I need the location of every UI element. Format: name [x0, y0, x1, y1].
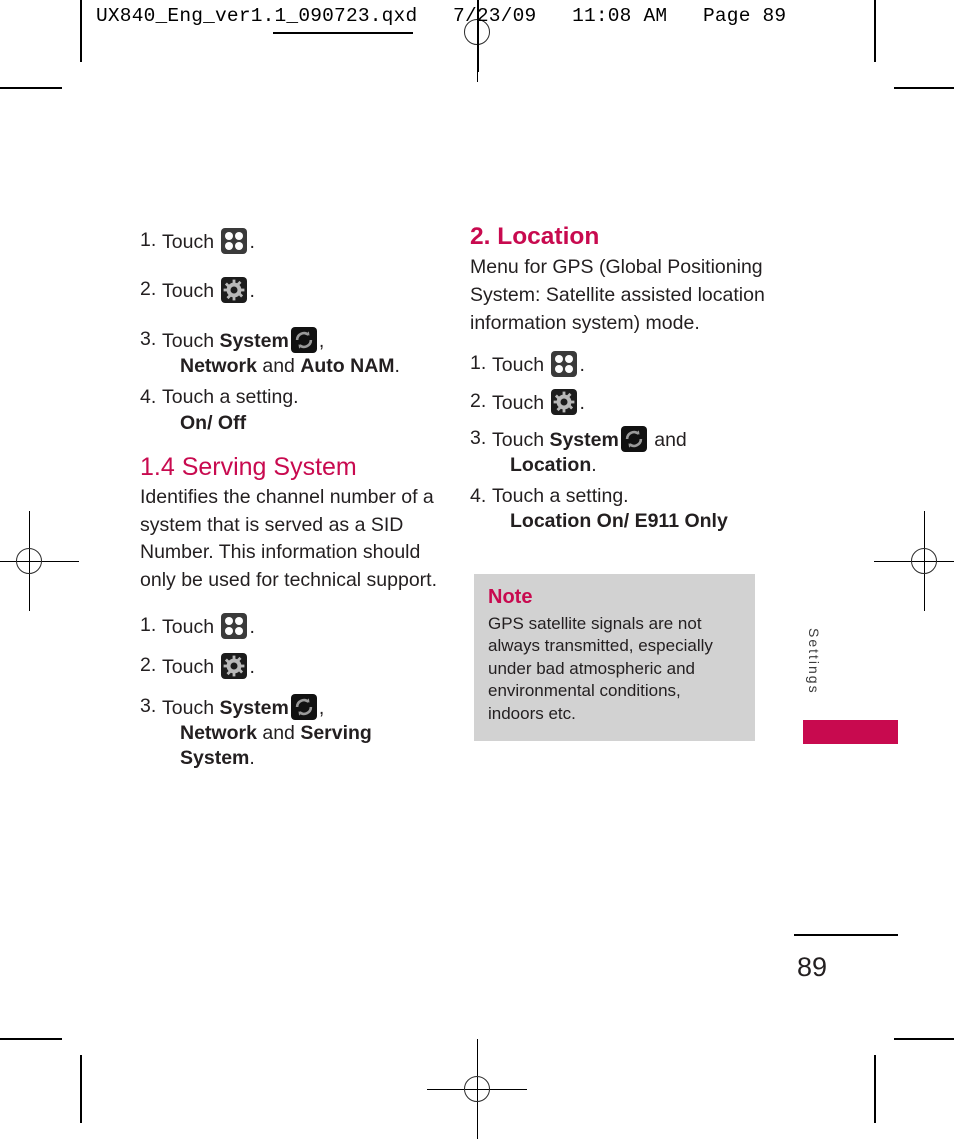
step-text-end: ,: [318, 696, 325, 719]
crop-mark-top-left-horizontal: [0, 87, 62, 89]
list-item: 1. Touch .: [140, 228, 450, 255]
note-title: Note: [488, 586, 533, 608]
system-icon: [290, 326, 317, 353]
step-text: Touch: [162, 329, 220, 352]
sub-mid: and: [256, 721, 301, 744]
step-sub-line: Location On/ E911 Only: [492, 509, 770, 534]
chapter-tab-marker: [803, 720, 898, 744]
sub-bold-b: Auto NAM: [300, 355, 395, 378]
grid-icon: [221, 228, 248, 254]
sub-end: .: [394, 355, 400, 378]
sub-bold-a: Network: [180, 721, 257, 744]
step-number: 3.: [140, 694, 157, 717]
step-text: Touch: [492, 429, 550, 452]
step-number: 1.: [470, 352, 487, 375]
list-item: 2. Touch .: [140, 653, 450, 680]
step-text: Touch: [162, 615, 220, 638]
step-number: 1.: [140, 613, 157, 636]
list-item: 4. Touch a setting. On/ Off: [140, 385, 450, 436]
gear-icon: [551, 388, 578, 415]
list-item: 2. Touch .: [140, 277, 450, 304]
sub-bold-a: Location On/ E911 Only: [510, 510, 728, 533]
page-title-serving-system: 1.4 Serving System: [140, 453, 357, 482]
note-body: GPS satellite signals are not always tra…: [488, 614, 713, 723]
list-item: 1. Touch .: [470, 351, 770, 378]
crop-mark-top-right-vertical: [874, 0, 876, 62]
sub-end: .: [591, 454, 597, 477]
crop-mark-top-left-vertical: [80, 0, 82, 62]
step-sub-line: On/ Off: [162, 411, 450, 436]
step-number: 3.: [140, 327, 157, 350]
step-text: Touch: [492, 391, 550, 414]
step-text-end: .: [579, 354, 585, 377]
list-item: 2. Touch .: [470, 388, 770, 416]
step-bold-term: System: [549, 429, 619, 452]
crop-mark-top-right-horizontal: [894, 87, 954, 89]
serving-system-description: Identifies the channel number of a syste…: [140, 486, 438, 592]
list-item: 4. Touch a setting. Location On/ E911 On…: [470, 484, 770, 535]
crop-mark-bottom-left-horizontal: [0, 1038, 62, 1040]
sub-bold-a: Network: [180, 355, 257, 378]
sub-end: .: [249, 747, 255, 770]
page-title-location: 2. Location: [470, 223, 600, 250]
list-item: 3. Touch System, Network and Serving Sys…: [140, 693, 450, 772]
step-number: 2.: [140, 654, 157, 677]
step-text: Touch: [162, 231, 220, 253]
left-column: 1. Touch . 2. Touch . 3. Touch System, N…: [140, 228, 450, 772]
folio-rule: [794, 934, 898, 936]
step-text: Touch: [162, 696, 220, 719]
step-sub-line: Location.: [492, 453, 770, 478]
right-column: 2. Location Menu for GPS (Global Positio…: [470, 222, 770, 535]
note-box: Note GPS satellite signals are not alway…: [474, 574, 755, 742]
sub-bold-a: Location: [510, 454, 592, 477]
crop-mark-bottom-left-vertical: [80, 1055, 82, 1123]
sub-bold-a: On/ Off: [180, 411, 247, 434]
step-bold-term: System: [219, 329, 289, 352]
grid-icon: [221, 612, 248, 639]
step-number: 3.: [470, 427, 487, 450]
location-description: Menu for GPS (Global Positioning System:…: [470, 256, 765, 334]
step-text-end: .: [579, 391, 585, 414]
left-steps-bottom: 1. Touch . 2. Touch . 3. Touch System, N…: [140, 612, 450, 772]
step-text-end: .: [249, 656, 255, 679]
step-text-end: .: [249, 615, 255, 638]
step-text-end: and: [648, 429, 687, 452]
step-text: Touch a setting.: [492, 484, 629, 507]
step-text-end: ,: [318, 329, 325, 352]
step-number: 4.: [140, 386, 157, 409]
list-item: 1. Touch .: [140, 612, 450, 640]
crop-mark-bottom-right-horizontal: [894, 1038, 954, 1040]
step-text: Touch: [162, 656, 220, 679]
right-steps: 1. Touch . 2. Touch . 3. Touch System an…: [470, 351, 770, 534]
step-sub-line: Network and Serving System.: [162, 721, 450, 772]
system-icon: [620, 426, 647, 453]
left-steps-top: 1. Touch . 2. Touch . 3. Touch System, N…: [140, 228, 450, 436]
step-number: 2.: [470, 389, 487, 412]
gear-icon: [221, 653, 248, 680]
step-number: 4.: [470, 484, 487, 507]
step-text-end: .: [249, 231, 255, 253]
page-number: 89: [797, 952, 828, 982]
gear-icon: [221, 277, 248, 304]
step-text: Touch a setting.: [162, 386, 299, 409]
system-icon: [290, 693, 317, 720]
step-text: Touch: [492, 354, 550, 377]
sub-mid: and: [256, 355, 301, 378]
grid-icon: [551, 351, 578, 378]
step-number: 2.: [140, 278, 157, 301]
step-bold-term: System: [219, 696, 289, 719]
step-sub-line: Network and Auto NAM.: [162, 354, 450, 379]
step-number: 1.: [140, 229, 157, 251]
crop-mark-bottom-right-vertical: [874, 1055, 876, 1123]
list-item: 3. Touch System and Location.: [470, 426, 770, 479]
step-text: Touch: [162, 280, 220, 303]
step-text-end: .: [249, 280, 255, 303]
slug-underline: [273, 32, 413, 34]
file-slug-line: UX840_Eng_ver1.1_090723.qxd 7/23/09 11:0…: [96, 5, 787, 27]
chapter-tab-label: Settings: [806, 628, 822, 695]
list-item: 3. Touch System, Network and Auto NAM.: [140, 326, 450, 380]
